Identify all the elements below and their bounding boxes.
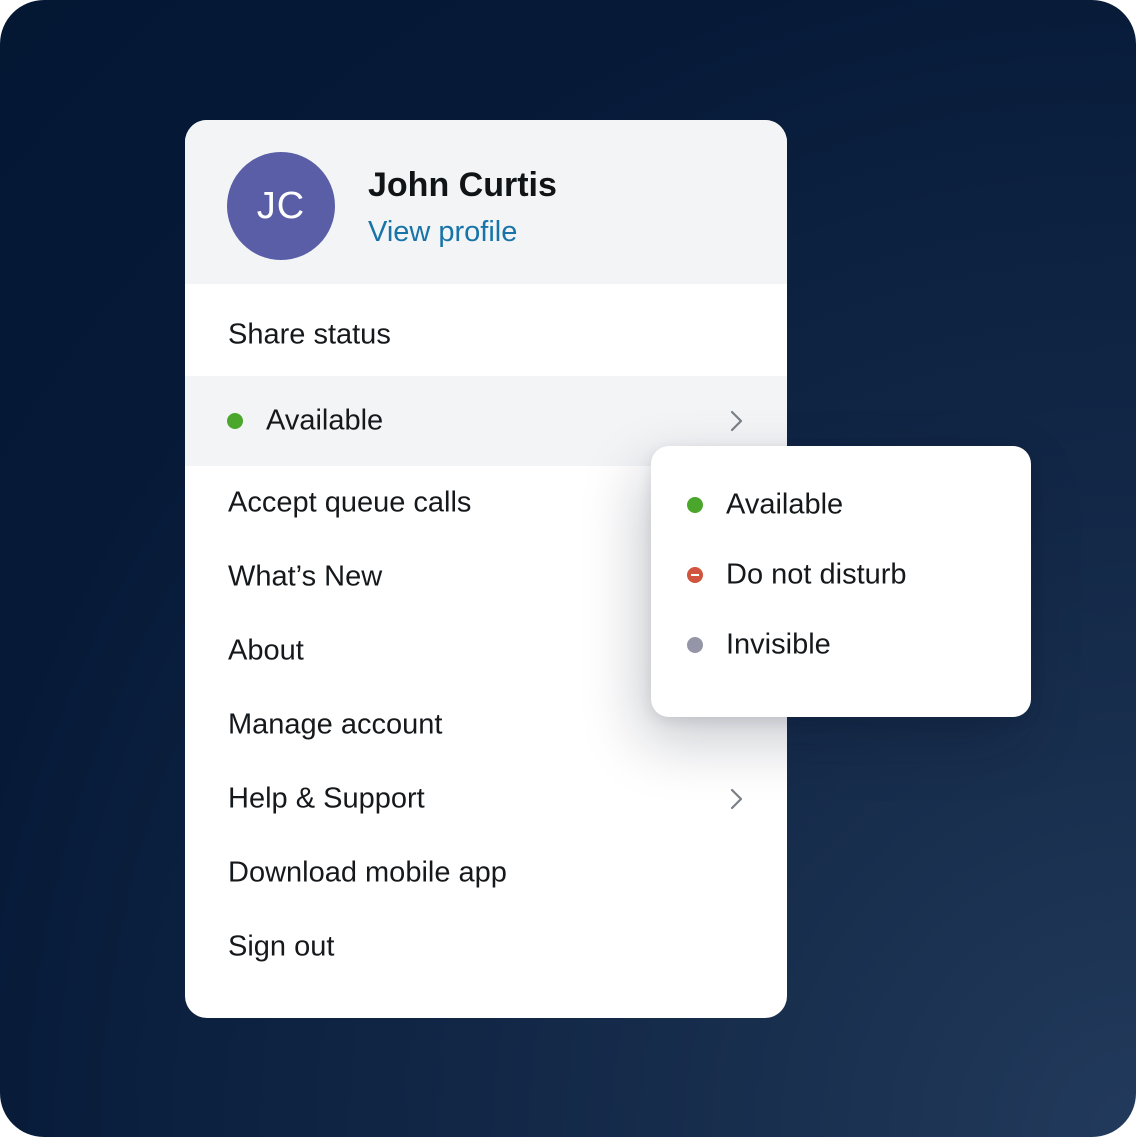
status-option-do-not-disturb[interactable]: Do not disturb (651, 545, 1031, 605)
share-status-heading: Share status (185, 290, 787, 380)
status-dot-available-icon (227, 413, 243, 429)
current-status-label: Available (266, 404, 384, 437)
menu-item-label: Accept queue calls (228, 486, 472, 519)
menu-item-sign-out[interactable]: Sign out (185, 910, 787, 984)
status-dot-invisible-icon (687, 637, 703, 653)
chevron-right-icon (730, 410, 743, 432)
status-option-label: Do not disturb (726, 558, 907, 591)
status-dot-available-icon (687, 497, 703, 513)
status-option-invisible[interactable]: Invisible (651, 615, 1031, 675)
profile-name: John Curtis (368, 166, 557, 204)
share-status-label: Share status (228, 318, 391, 351)
menu-item-label: What’s New (228, 560, 383, 593)
status-option-available[interactable]: Available (651, 475, 1031, 535)
menu-item-help-support[interactable]: Help & Support (185, 762, 787, 836)
menu-item-label: Manage account (228, 708, 443, 741)
menu-item-label: Download mobile app (228, 856, 507, 889)
menu-item-label: About (228, 634, 304, 667)
app-background: JC John Curtis View profile Share status… (0, 0, 1136, 1137)
menu-item-label: Sign out (228, 930, 335, 963)
status-option-label: Available (726, 488, 844, 521)
status-option-label: Invisible (726, 628, 831, 661)
view-profile-link[interactable]: View profile (368, 216, 517, 249)
avatar[interactable]: JC (227, 152, 335, 260)
profile-header: JC John Curtis View profile (185, 120, 787, 284)
chevron-right-icon (730, 788, 743, 810)
menu-item-download-mobile-app[interactable]: Download mobile app (185, 836, 787, 910)
status-dot-dnd-icon (687, 567, 703, 583)
avatar-initials: JC (256, 184, 306, 227)
status-submenu: Available Do not disturb Invisible (651, 446, 1031, 717)
menu-item-label: Help & Support (228, 782, 425, 815)
